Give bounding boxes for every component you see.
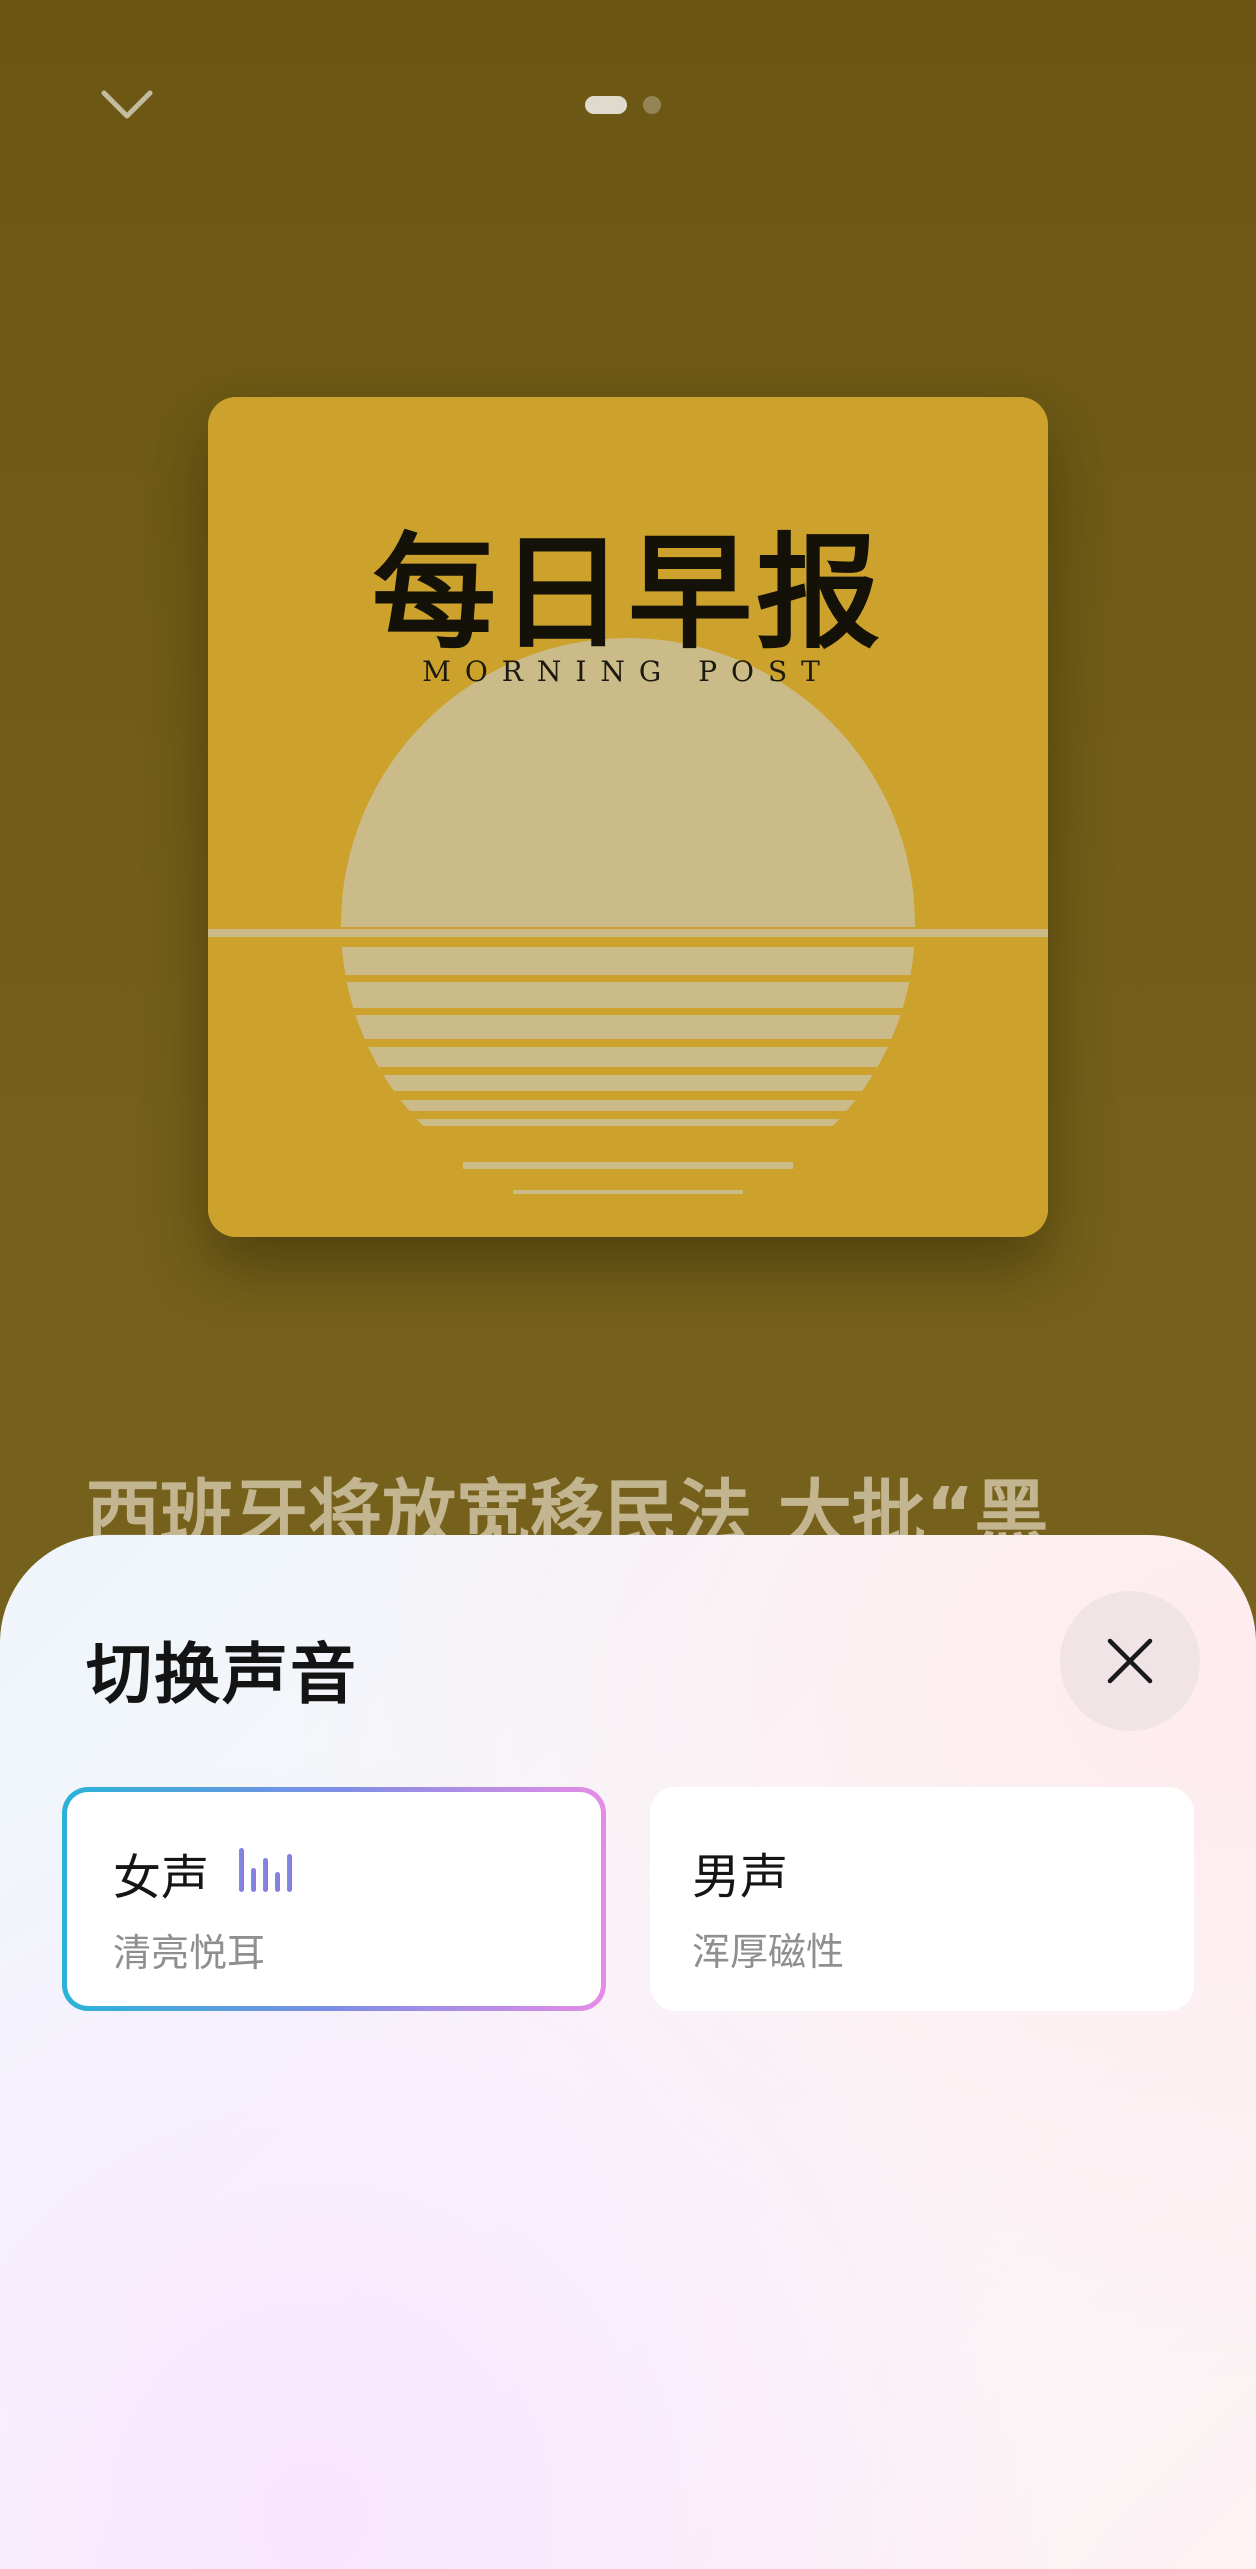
page-dot-active: [585, 96, 627, 114]
chevron-down-icon: [101, 90, 153, 119]
cover-subtitle: MORNING POST: [422, 655, 834, 688]
page-indicator: [585, 96, 661, 114]
player-screen: 每日早报 MORNING POST 西班牙将放宽移民法 大批“黑 切换声音 女声: [0, 0, 1256, 2569]
voice-option-description: 清亮悦耳: [113, 1931, 266, 1975]
voice-option-male[interactable]: 男声 浑厚磁性: [650, 1787, 1194, 2011]
cover-title: 每日早报: [371, 521, 884, 666]
audio-bars-icon: [239, 1848, 292, 1892]
podcast-cover: 每日早报 MORNING POST: [208, 397, 1048, 1237]
voice-option-name: 女声: [113, 1850, 210, 1906]
voice-option-description: 浑厚磁性: [692, 1930, 845, 1974]
close-button[interactable]: [1060, 1591, 1200, 1731]
voice-switch-sheet: 切换声音 女声 清亮悦耳 男声 浑厚磁性: [0, 1535, 1256, 2569]
collapse-button[interactable]: [92, 80, 162, 130]
close-icon: [1107, 1638, 1153, 1684]
page-dot: [643, 96, 661, 114]
voice-option-name: 男声: [692, 1849, 789, 1905]
sheet-title: 切换声音: [86, 1636, 358, 1713]
voice-option-female[interactable]: 女声 清亮悦耳: [62, 1787, 606, 2011]
